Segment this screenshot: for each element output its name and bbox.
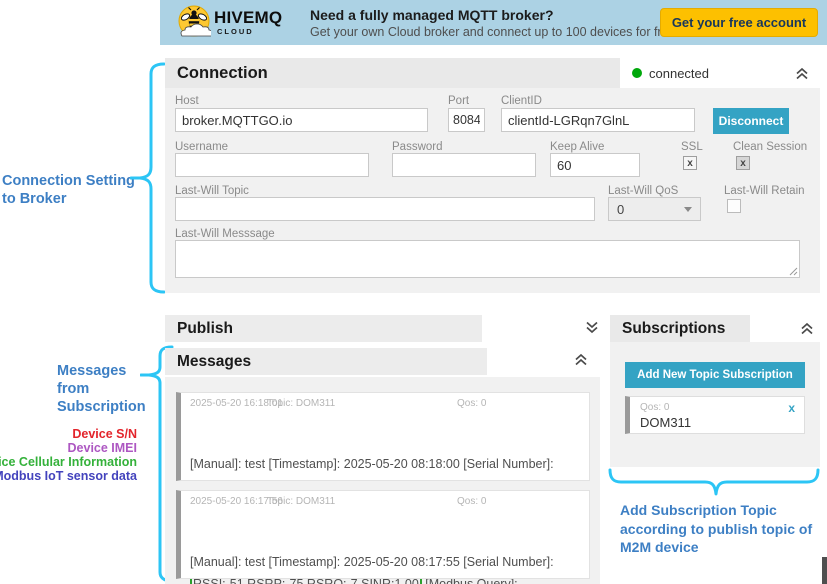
lastwill-message-container: [175, 240, 800, 278]
password-label: Password: [392, 141, 443, 153]
password-field[interactable]: [392, 153, 536, 177]
clientid-field[interactable]: [501, 108, 695, 132]
messages-panel: 2025-05-20 16:18:01 Topic: DOM311 Qos: 0…: [165, 377, 600, 584]
message-topic: Topic: DOM311: [267, 496, 335, 507]
subscriptions-title: Subscriptions: [610, 320, 725, 338]
status-dot: [632, 68, 642, 78]
connection-title: Connection: [165, 64, 268, 83]
lastwill-qos-label: Last-Will QoS: [608, 185, 678, 197]
remove-subscription-button[interactable]: x: [788, 401, 795, 415]
subscription-brace: [608, 468, 820, 500]
username-label: Username: [175, 141, 228, 153]
connection-header: Connection: [165, 58, 620, 88]
connection-panel: Connection connected Host Port ClientID …: [165, 58, 820, 293]
publish-title: Publish: [165, 320, 233, 338]
port-field[interactable]: [448, 108, 485, 132]
cleansession-checkbox[interactable]: x: [736, 156, 750, 170]
subscriptions-panel: Subscriptions Add New Topic Subscription…: [610, 315, 820, 467]
lastwill-topic-label: Last-Will Topic: [175, 185, 249, 197]
collapse-messages-icon[interactable]: [573, 352, 589, 367]
message-header: 2025-05-20 16:17:56 Topic: DOM311 Qos: 0: [181, 496, 589, 511]
collapse-connection-icon[interactable]: [794, 66, 810, 81]
lastwill-retain-checkbox[interactable]: [727, 199, 741, 213]
cleansession-label: Clean Session: [733, 141, 807, 153]
status-badge: connected: [649, 66, 709, 81]
disconnect-button[interactable]: Disconnect: [713, 108, 789, 134]
message-body: [Manual]: test [Timestamp]: 2025-05-20 0…: [181, 511, 589, 584]
message-card: 2025-05-20 16:18:01 Topic: DOM311 Qos: 0…: [176, 392, 590, 481]
get-free-account-button[interactable]: Get your free account: [660, 8, 818, 37]
host-label: Host: [175, 95, 199, 107]
subscription-qos: Qos: 0: [640, 402, 669, 413]
brand-subtext: CLOUD: [217, 27, 254, 36]
hivemq-banner: HIVEMQ CLOUD Need a fully managed MQTT b…: [160, 0, 827, 45]
subscription-card: Qos: 0 x DOM311: [625, 396, 805, 434]
lastwill-retain-label: Last-Will Retain: [724, 185, 805, 197]
expand-publish-icon[interactable]: [584, 320, 600, 335]
message-topic: Topic: DOM311: [267, 398, 335, 409]
message-card: 2025-05-20 16:17:56 Topic: DOM311 Qos: 0…: [176, 490, 590, 579]
connection-brace: [130, 62, 168, 296]
annotation-messages-from-subscription: Messages from Subscription: [57, 362, 146, 416]
annotation-device-sn: Device S/N: [72, 427, 137, 441]
port-label: Port: [448, 95, 469, 107]
dropdown-arrow-icon: [684, 207, 692, 212]
subscriptions-header: Subscriptions: [610, 315, 750, 342]
messages-panel-header: Messages: [165, 348, 487, 375]
lastwill-message-label: Last-Will Messsage: [175, 228, 275, 240]
message-qos: Qos: 0: [457, 496, 486, 507]
keepalive-label: Keep Alive: [550, 141, 604, 153]
annotation-add-subscription-topic: Add Subscription Topic according to publ…: [620, 501, 812, 557]
add-subscription-button[interactable]: Add New Topic Subscription: [625, 362, 805, 388]
subscription-topic: DOM311: [640, 415, 691, 430]
connection-status-area: connected: [620, 58, 820, 88]
banner-subline: Get your own Cloud broker and connect up…: [310, 25, 679, 39]
annotation-device-imei: Device IMEI: [68, 441, 137, 455]
banner-headline: Need a fully managed MQTT broker?: [310, 7, 554, 23]
publish-panel-header: Publish: [165, 315, 482, 342]
lastwill-qos-value: 0: [617, 202, 624, 217]
clientid-label: ClientID: [501, 95, 542, 107]
keepalive-field[interactable]: [550, 153, 640, 177]
ssl-checkbox[interactable]: x: [683, 156, 697, 170]
message-line: [Manual]: test [Timestamp]: 2025-05-20 0…: [190, 454, 580, 474]
message-header: 2025-05-20 16:18:01 Topic: DOM311 Qos: 0: [181, 398, 589, 413]
lastwill-qos-select[interactable]: 0: [608, 197, 701, 221]
annotation-device-cellular: Device Cellular Information: [0, 455, 137, 469]
mqtt-web-client-screen: HIVEMQ CLOUD Need a fully managed MQTT b…: [0, 0, 827, 584]
annotation-modbus-data: Modbus IoT sensor data: [0, 469, 137, 483]
message-line: [Manual]: test [Timestamp]: 2025-05-20 0…: [190, 552, 580, 572]
lastwill-topic-field[interactable]: [175, 197, 595, 221]
host-field[interactable]: [175, 108, 428, 132]
messages-title: Messages: [165, 353, 251, 371]
collapse-subscriptions-icon[interactable]: [799, 321, 815, 336]
resize-grip-icon[interactable]: [789, 267, 798, 276]
message-qos: Qos: 0: [457, 398, 486, 409]
hivemq-bee-logo-icon: [177, 4, 211, 42]
ssl-label: SSL: [681, 141, 703, 153]
lastwill-message-textarea[interactable]: [176, 241, 799, 277]
annotation-connection-setting: Connection Setting to Broker: [2, 172, 135, 208]
brand-text: HIVEMQ: [214, 8, 282, 28]
scrollbar-thumb[interactable]: [822, 557, 827, 584]
username-field[interactable]: [175, 153, 369, 177]
